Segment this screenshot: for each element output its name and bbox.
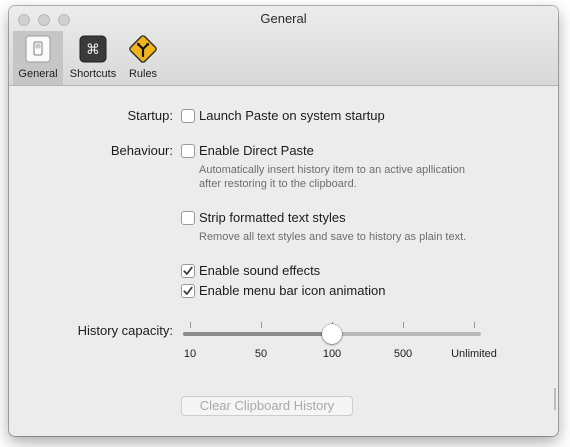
sound-effects-checkbox[interactable] xyxy=(181,264,195,278)
tab-label: General xyxy=(18,68,58,80)
checkmark-icon xyxy=(183,266,193,275)
svg-text:⌘: ⌘ xyxy=(86,42,100,58)
slider-tick xyxy=(474,322,475,328)
clear-clipboard-history-button[interactable]: Clear Clipboard History xyxy=(181,396,353,416)
direct-paste-description-line1: Automatically insert history item to an … xyxy=(199,164,465,176)
slider-tick xyxy=(190,322,191,328)
direct-paste-description-line2: after restoring it to the clipboard. xyxy=(199,178,357,190)
slider-tick-label: Unlimited xyxy=(451,348,497,360)
strip-styles-description: Remove all text styles and save to histo… xyxy=(199,231,467,243)
launch-on-startup-checkbox[interactable] xyxy=(181,109,195,123)
command-key-icon: ⌘ xyxy=(78,34,108,64)
window-title: General xyxy=(260,11,307,26)
menu-bar-animation-label[interactable]: Enable menu bar icon animation xyxy=(199,283,385,298)
sound-effects-label[interactable]: Enable sound effects xyxy=(199,263,320,278)
startup-label: Startup: xyxy=(127,108,173,123)
direct-paste-label[interactable]: Enable Direct Paste xyxy=(199,143,314,158)
slider-tick-label: 50 xyxy=(254,348,268,360)
direct-paste-checkbox[interactable] xyxy=(181,144,195,158)
preferences-window: General General ⌘ Shortcuts Rules Startu… xyxy=(9,6,558,436)
slider-tick-label: 10 xyxy=(183,348,197,360)
slider-tick-label: 100 xyxy=(322,348,342,360)
slider-tick xyxy=(403,322,404,328)
checkmark-icon xyxy=(183,286,193,295)
road-sign-icon xyxy=(128,34,158,64)
tab-label: Rules xyxy=(128,68,158,80)
resize-handle xyxy=(554,388,556,410)
history-capacity-label: History capacity: xyxy=(77,323,173,338)
slider-fill xyxy=(183,332,332,336)
behaviour-label: Behaviour: xyxy=(110,143,173,158)
slider-tick-label: 500 xyxy=(393,348,413,360)
menu-bar-animation-checkbox[interactable] xyxy=(181,284,195,298)
strip-styles-checkbox[interactable] xyxy=(181,211,195,225)
strip-styles-label[interactable]: Strip formatted text styles xyxy=(199,210,346,225)
switch-icon xyxy=(23,34,53,64)
titlebar: General General ⌘ Shortcuts Rules xyxy=(9,6,558,86)
tab-general[interactable]: General xyxy=(13,31,63,85)
tab-shortcuts[interactable]: ⌘ Shortcuts xyxy=(65,31,121,85)
launch-on-startup-label[interactable]: Launch Paste on system startup xyxy=(199,108,385,123)
slider-knob[interactable] xyxy=(322,324,342,344)
slider-tick xyxy=(261,322,262,328)
tab-label: Shortcuts xyxy=(69,68,117,80)
tab-rules[interactable]: Rules xyxy=(123,31,163,85)
